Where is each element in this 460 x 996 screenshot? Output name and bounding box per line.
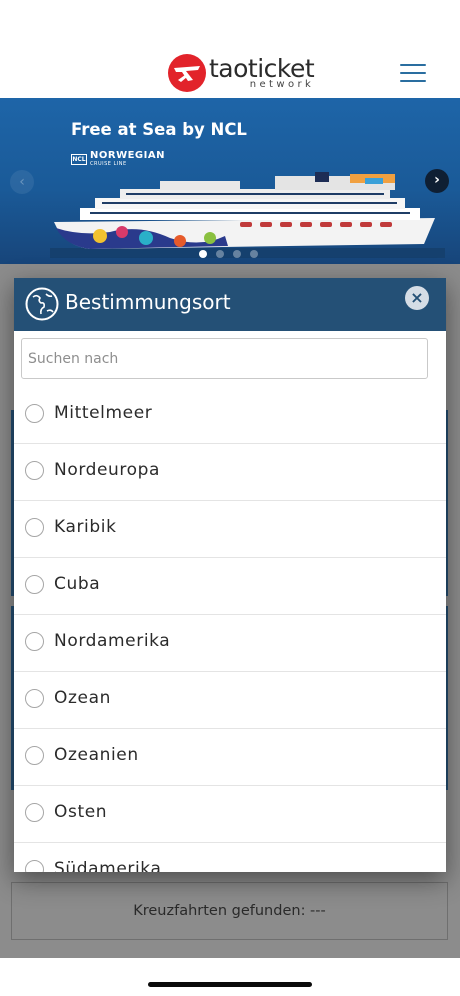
list-item[interactable]: Nordeuropa (14, 444, 446, 501)
carousel-indicators (199, 250, 258, 258)
menu-line (400, 72, 426, 74)
list-item-label: Ozeanien (54, 745, 139, 765)
ncl-badge: NCL (71, 153, 87, 165)
radio-button[interactable] (25, 632, 44, 651)
carousel-prev-icon[interactable]: ‹ (10, 170, 34, 194)
logo-wordmark: taoticket network (209, 53, 315, 90)
list-item[interactable]: Karibik (14, 501, 446, 558)
carousel-dot[interactable] (250, 250, 258, 258)
taoticket-logo-mark-icon (168, 54, 206, 92)
carousel-dot[interactable] (233, 250, 241, 258)
list-item[interactable]: Südamerika (14, 843, 446, 872)
carousel-dot[interactable] (199, 250, 207, 258)
carousel-next-icon[interactable]: › (425, 169, 449, 193)
radio-button[interactable] (25, 860, 44, 872)
radio-button[interactable] (25, 518, 44, 537)
radio-button[interactable] (25, 575, 44, 594)
radio-button[interactable] (25, 746, 44, 765)
taoticket-logo[interactable]: taoticket network (167, 53, 315, 93)
list-item[interactable]: Osten (14, 786, 446, 843)
list-item[interactable]: Cuba (14, 558, 446, 615)
promo-carousel[interactable]: Free at Sea by NCL NCL NORWEGIAN CRUISE … (0, 98, 460, 264)
list-item-label: Osten (54, 802, 108, 822)
results-count: Kreuzfahrten gefunden: --- (11, 882, 448, 940)
menu-line (400, 80, 426, 82)
radio-button[interactable] (25, 689, 44, 708)
modal-header: Bestimmungsort × (14, 278, 446, 331)
list-item[interactable]: Ozean (14, 672, 446, 729)
logo-name: taoticket (209, 54, 315, 83)
list-item-label: Karibik (54, 517, 117, 537)
list-item-label: Nordamerika (54, 631, 171, 651)
list-item-label: Ozean (54, 688, 111, 708)
site-header: taoticket network (0, 0, 460, 98)
list-item-label: Mittelmeer (54, 403, 153, 423)
banner-title: Free at Sea by NCL (71, 120, 247, 139)
list-item[interactable]: Nordamerika (14, 615, 446, 672)
home-indicator[interactable] (148, 982, 312, 987)
ncl-brand-logo: NCL NORWEGIAN CRUISE LINE (71, 151, 165, 167)
ncl-brand-tagline: CRUISE LINE (90, 161, 127, 167)
destination-modal: Bestimmungsort × Mittelmeer Nordeuropa K… (14, 278, 446, 872)
list-item-label: Nordeuropa (54, 460, 161, 480)
modal-title: Bestimmungsort (65, 290, 231, 314)
list-item-label: Cuba (54, 574, 101, 594)
bottom-safe-area (0, 958, 460, 996)
hamburger-menu-icon[interactable] (400, 64, 426, 84)
cruise-ship-image (50, 172, 445, 258)
app-screen: taoticket network Free at Sea by NCL NCL… (0, 0, 460, 996)
radio-button[interactable] (25, 404, 44, 423)
radio-button[interactable] (25, 461, 44, 480)
list-item[interactable]: Ozeanien (14, 729, 446, 786)
radio-button[interactable] (25, 803, 44, 822)
close-icon[interactable]: × (405, 286, 429, 310)
ncl-brand-name: NORWEGIAN (90, 150, 165, 161)
list-item-label: Südamerika (54, 859, 162, 872)
list-item[interactable]: Mittelmeer (14, 387, 446, 444)
ncl-wordmark: NORWEGIAN CRUISE LINE (90, 150, 165, 168)
search-input[interactable] (21, 338, 428, 379)
globe-icon (25, 287, 59, 321)
destination-list: Mittelmeer Nordeuropa Karibik Cuba Norda… (14, 387, 446, 872)
menu-line (400, 64, 426, 66)
carousel-dot[interactable] (216, 250, 224, 258)
